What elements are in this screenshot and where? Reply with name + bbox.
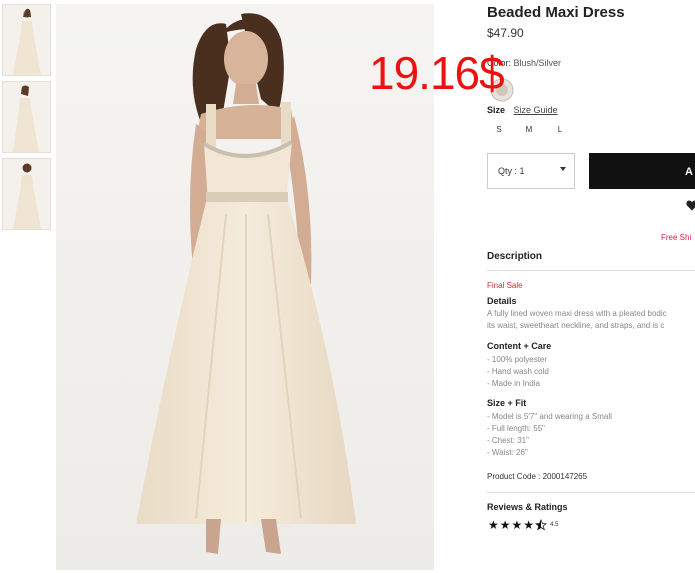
- reviews-heading[interactable]: Reviews & Ratings: [487, 502, 568, 512]
- size-label: Size: [487, 105, 506, 115]
- chevron-down-icon: [560, 167, 566, 171]
- quantity-value: Qty : 1: [498, 166, 525, 176]
- free-shipping-link[interactable]: Free Shi: [661, 233, 691, 242]
- product-title: Beaded Maxi Dress: [487, 4, 625, 21]
- details-heading: Details: [487, 296, 517, 306]
- rating-value: 4.5: [550, 522, 559, 528]
- divider: [487, 492, 695, 493]
- rating-stars: ★ ★ ★ ★ 4.5: [488, 519, 558, 531]
- product-code: Product Code : 2000147265: [487, 472, 588, 481]
- final-sale-label: Final Sale: [487, 281, 523, 290]
- star-full-icon: ★: [523, 518, 535, 532]
- content-line: - 100% polyester: [487, 355, 548, 364]
- size-guide-link[interactable]: Size Guide: [514, 105, 558, 115]
- details-text: A fully lined woven maxi dress with a pl…: [487, 308, 667, 332]
- overlay-price-annotation: 19.16$: [369, 47, 505, 99]
- thumbnail-side-image: [3, 82, 50, 152]
- heart-icon[interactable]: [686, 200, 695, 211]
- divider: [487, 270, 695, 271]
- thumbnail-front-image: [3, 5, 50, 75]
- star-full-icon: ★: [511, 518, 523, 532]
- size-option-m[interactable]: M: [523, 125, 535, 134]
- size-option-l[interactable]: L: [554, 125, 566, 134]
- star-full-icon: ★: [488, 518, 499, 532]
- content-line: - Hand wash cold: [487, 367, 549, 376]
- fit-line: - Waist: 26": [487, 448, 528, 457]
- fit-line: - Chest: 31": [487, 436, 529, 445]
- star-half-icon: [535, 519, 548, 531]
- quantity-select[interactable]: Qty : 1: [487, 153, 575, 189]
- fit-line: - Full length: 55": [487, 424, 545, 433]
- size-option-s[interactable]: S: [493, 125, 505, 134]
- color-value: Blush/Silver: [513, 58, 562, 68]
- content-care-heading: Content + Care: [487, 341, 552, 351]
- content-line: - Made in India: [487, 379, 540, 388]
- description-heading[interactable]: Description: [487, 251, 542, 262]
- product-price: $47.90: [487, 26, 524, 40]
- star-full-icon: ★: [499, 518, 511, 532]
- size-fit-list: - Model is 5'7" and wearing a Small - Fu…: [487, 411, 612, 459]
- thumbnail-back-image: [3, 159, 50, 229]
- size-fit-heading: Size + Fit: [487, 398, 527, 408]
- details-line: its waist, sweetheart neckline, and stra…: [487, 321, 665, 330]
- thumbnail-side[interactable]: [2, 81, 51, 153]
- size-selector-header: Size Size Guide: [487, 105, 558, 115]
- content-care-list: - 100% polyester - Hand wash cold - Made…: [487, 354, 549, 390]
- thumbnail-back[interactable]: [2, 158, 51, 230]
- fit-line: - Model is 5'7" and wearing a Small: [487, 412, 612, 421]
- thumbnail-front[interactable]: [2, 4, 51, 76]
- details-line: A fully lined woven maxi dress with a pl…: [487, 309, 667, 318]
- add-to-bag-button[interactable]: A: [589, 153, 695, 189]
